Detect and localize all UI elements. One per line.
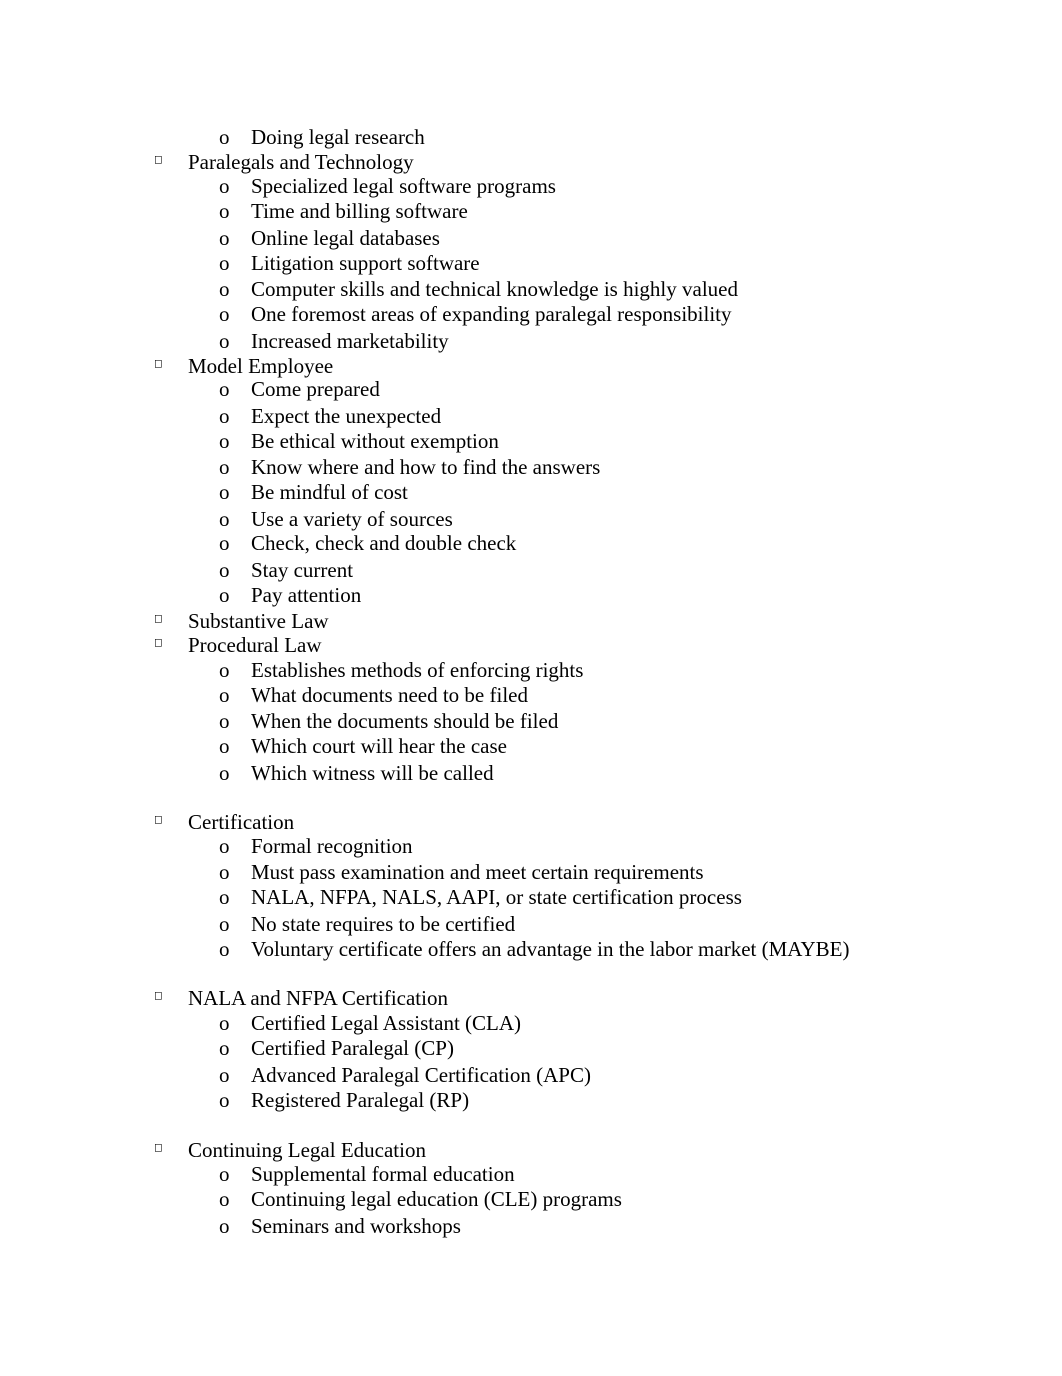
list-item-text: Procedural Law (188, 633, 322, 657)
list-item-text: Paralegals and Technology (188, 150, 414, 174)
list-item-text: Continuing Legal Education (188, 1138, 426, 1162)
sub-bullet-icon: o (219, 761, 230, 785)
sub-bullet-icon: o (219, 1162, 230, 1186)
sub-bullet-icon: o (219, 174, 230, 198)
list-item-text: Check, check and double check (251, 531, 517, 555)
bullet-icon (155, 615, 162, 623)
list-item-text: When the documents should be filed (251, 709, 559, 733)
list-item-text: Computer skills and technical knowledge … (251, 277, 738, 301)
list-item-text: Seminars and workshops (251, 1214, 461, 1238)
list-item-text: Time and billing software (251, 199, 468, 223)
sub-bullet-icon: o (219, 455, 230, 479)
sub-bullet-icon: o (219, 531, 230, 555)
list-item-text: One foremost areas of expanding paralega… (251, 302, 732, 326)
sub-bullet-icon: o (219, 937, 230, 961)
list-item-text: Supplemental formal education (251, 1162, 515, 1186)
list-item-text: Come prepared (251, 377, 380, 401)
sub-bullet-icon: o (219, 480, 230, 504)
sub-bullet-icon: o (219, 683, 230, 707)
bullet-icon (155, 816, 162, 824)
list-item-text: Use a variety of sources (251, 507, 453, 531)
sub-bullet-icon: o (219, 251, 230, 275)
sub-bullet-icon: o (219, 226, 230, 250)
sub-bullet-icon: o (219, 329, 230, 353)
list-item-text: Increased marketability (251, 329, 449, 353)
list-item-text: Substantive Law (188, 609, 329, 633)
list-item-text: Know where and how to find the answers (251, 455, 601, 479)
list-item-text: Which witness will be called (251, 761, 494, 785)
list-item-text: Continuing legal education (CLE) program… (251, 1187, 622, 1211)
list-item-text: Establishes methods of enforcing rights (251, 658, 584, 682)
sub-bullet-icon: o (219, 734, 230, 758)
bullet-icon (155, 639, 162, 647)
sub-bullet-icon: o (219, 277, 230, 301)
list-item-text: Advanced Paralegal Certification (APC) (251, 1063, 591, 1087)
list-item-text: Online legal databases (251, 226, 440, 250)
bullet-icon (155, 156, 162, 164)
list-item-text: Be ethical without exemption (251, 429, 499, 453)
list-item-text: NALA, NFPA, NALS, AAPI, or state certifi… (251, 885, 742, 909)
list-item-text: Model Employee (188, 354, 334, 378)
sub-bullet-icon: o (219, 834, 230, 858)
list-item-text: No state requires to be certified (251, 912, 516, 936)
sub-bullet-icon: o (219, 429, 230, 453)
list-item-text: Certified Legal Assistant (CLA) (251, 1011, 522, 1035)
list-item-text: Voluntary certificate offers an advantag… (251, 937, 850, 961)
sub-bullet-icon: o (219, 1063, 230, 1087)
bullet-icon (155, 1144, 162, 1152)
list-item-text: Which court will hear the case (251, 734, 507, 758)
sub-bullet-icon: o (219, 507, 230, 531)
list-item-text: Certification (188, 810, 295, 834)
sub-bullet-icon: o (219, 912, 230, 936)
sub-bullet-icon: o (219, 1088, 230, 1112)
sub-bullet-icon: o (219, 1036, 230, 1060)
sub-bullet-icon: o (219, 1214, 230, 1238)
list-item-text: Specialized legal software programs (251, 174, 556, 198)
sub-bullet-icon: o (219, 302, 230, 326)
sub-bullet-icon: o (219, 125, 230, 149)
list-item-text: Litigation support software (251, 251, 480, 275)
list-item-text: Stay current (251, 558, 354, 582)
list-item-text: Registered Paralegal (RP) (251, 1088, 470, 1112)
list-item-text: NALA and NFPA Certification (188, 986, 448, 1010)
bullet-icon (155, 992, 162, 1000)
sub-bullet-icon: o (219, 583, 230, 607)
list-item-text: Certified Paralegal (CP) (251, 1036, 454, 1060)
sub-bullet-icon: o (219, 885, 230, 909)
sub-bullet-icon: o (219, 404, 230, 428)
sub-bullet-icon: o (219, 377, 230, 401)
sub-bullet-icon: o (219, 658, 230, 682)
list-item-text: Pay attention (251, 583, 362, 607)
list-item-text: What documents need to be filed (251, 683, 528, 707)
sub-bullet-icon: o (219, 709, 230, 733)
bullet-icon (155, 360, 162, 368)
sub-bullet-icon: o (219, 558, 230, 582)
sub-bullet-icon: o (219, 860, 230, 884)
sub-bullet-icon: o (219, 1187, 230, 1211)
list-item-text: Expect the unexpected (251, 404, 442, 428)
list-item-text: Formal recognition (251, 834, 413, 858)
list-item-text: Be mindful of cost (251, 480, 408, 504)
list-item-text: Doing legal research (251, 125, 425, 149)
sub-bullet-icon: o (219, 199, 230, 223)
list-item-text: Must pass examination and meet certain r… (251, 860, 704, 884)
sub-bullet-icon: o (219, 1011, 230, 1035)
